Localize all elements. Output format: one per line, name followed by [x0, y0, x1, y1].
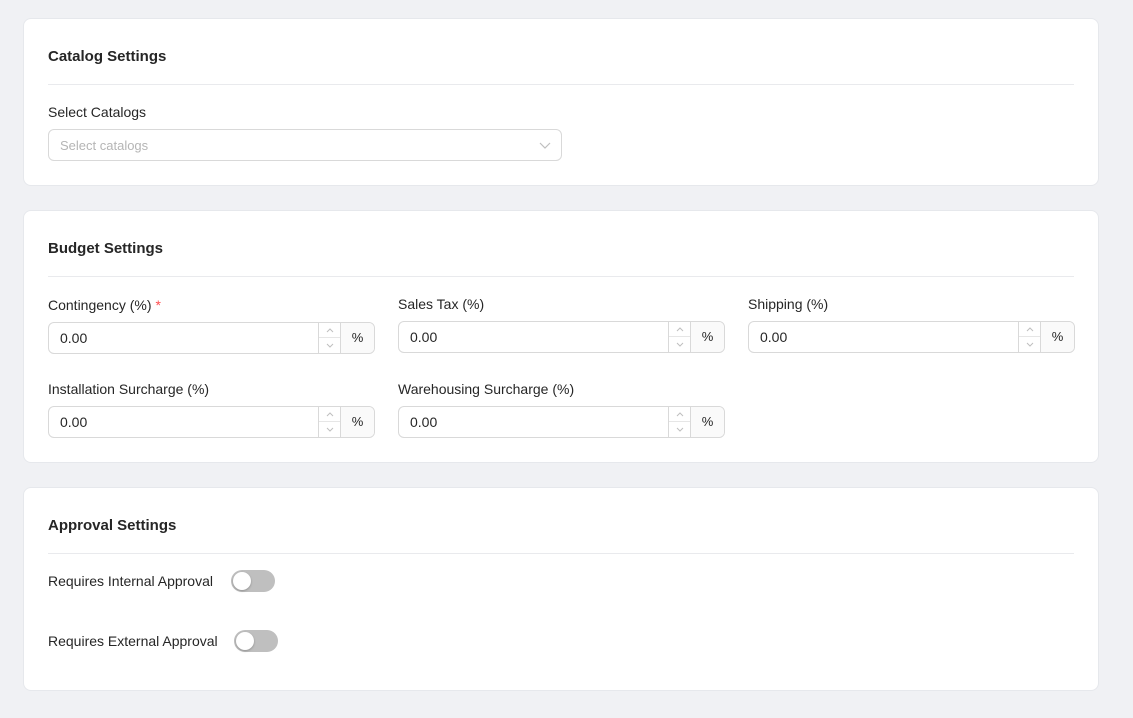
percent-addon: %	[690, 322, 724, 352]
shipping-input[interactable]: 0.00 %	[748, 321, 1075, 353]
contingency-label: Contingency (%) *	[48, 297, 161, 313]
installation-surcharge-stepper[interactable]	[318, 407, 340, 437]
budget-settings-title: Budget Settings	[48, 240, 163, 257]
stepper-up-icon[interactable]	[319, 407, 340, 422]
stepper-down-icon[interactable]	[669, 337, 690, 352]
sales-tax-value: 0.00	[410, 329, 438, 345]
divider	[48, 553, 1074, 554]
select-catalogs-placeholder: Select catalogs	[60, 138, 149, 153]
stepper-down-icon[interactable]	[319, 422, 340, 437]
approval-settings-title: Approval Settings	[48, 517, 177, 534]
stepper-up-icon[interactable]	[669, 407, 690, 422]
stepper-down-icon[interactable]	[1019, 337, 1040, 352]
percent-addon: %	[340, 323, 374, 353]
catalog-settings-card: Catalog Settings Select Catalogs Select …	[23, 18, 1099, 186]
required-mark: *	[155, 297, 161, 313]
stepper-up-icon[interactable]	[1019, 322, 1040, 337]
warehousing-surcharge-value: 0.00	[410, 414, 438, 430]
contingency-input[interactable]: 0.00 %	[48, 322, 375, 354]
divider	[48, 276, 1074, 277]
budget-settings-card: Budget Settings Contingency (%) * 0.00 % …	[23, 210, 1099, 463]
sales-tax-input[interactable]: 0.00 %	[398, 321, 725, 353]
internal-approval-label: Requires Internal Approval	[48, 573, 213, 589]
toggle-knob	[233, 572, 251, 590]
installation-surcharge-input[interactable]: 0.00 %	[48, 406, 375, 438]
divider	[48, 84, 1074, 85]
chevron-down-icon	[539, 142, 551, 149]
approval-settings-card: Approval Settings Requires Internal Appr…	[23, 487, 1099, 691]
catalog-settings-title: Catalog Settings	[48, 48, 167, 65]
external-approval-label: Requires External Approval	[48, 633, 218, 649]
select-catalogs-dropdown[interactable]: Select catalogs	[48, 129, 562, 161]
toggle-knob	[236, 632, 254, 650]
shipping-label: Shipping (%)	[748, 296, 829, 312]
warehousing-surcharge-stepper[interactable]	[668, 407, 690, 437]
warehousing-surcharge-input[interactable]: 0.00 %	[398, 406, 725, 438]
shipping-value: 0.00	[760, 329, 788, 345]
percent-addon: %	[340, 407, 374, 437]
external-approval-toggle[interactable]	[234, 630, 278, 652]
warehousing-surcharge-label: Warehousing Surcharge (%)	[398, 381, 575, 397]
percent-addon: %	[690, 407, 724, 437]
percent-addon: %	[1040, 322, 1074, 352]
stepper-up-icon[interactable]	[319, 323, 340, 338]
sales-tax-label: Sales Tax (%)	[398, 296, 485, 312]
internal-approval-toggle[interactable]	[231, 570, 275, 592]
stepper-down-icon[interactable]	[319, 338, 340, 353]
installation-surcharge-value: 0.00	[60, 414, 88, 430]
installation-surcharge-label: Installation Surcharge (%)	[48, 381, 210, 397]
shipping-stepper[interactable]	[1018, 322, 1040, 352]
stepper-up-icon[interactable]	[669, 322, 690, 337]
contingency-label-text: Contingency (%)	[48, 297, 152, 313]
stepper-down-icon[interactable]	[669, 422, 690, 437]
sales-tax-stepper[interactable]	[668, 322, 690, 352]
contingency-stepper[interactable]	[318, 323, 340, 353]
select-catalogs-label: Select Catalogs	[48, 104, 147, 120]
contingency-value: 0.00	[60, 330, 88, 346]
